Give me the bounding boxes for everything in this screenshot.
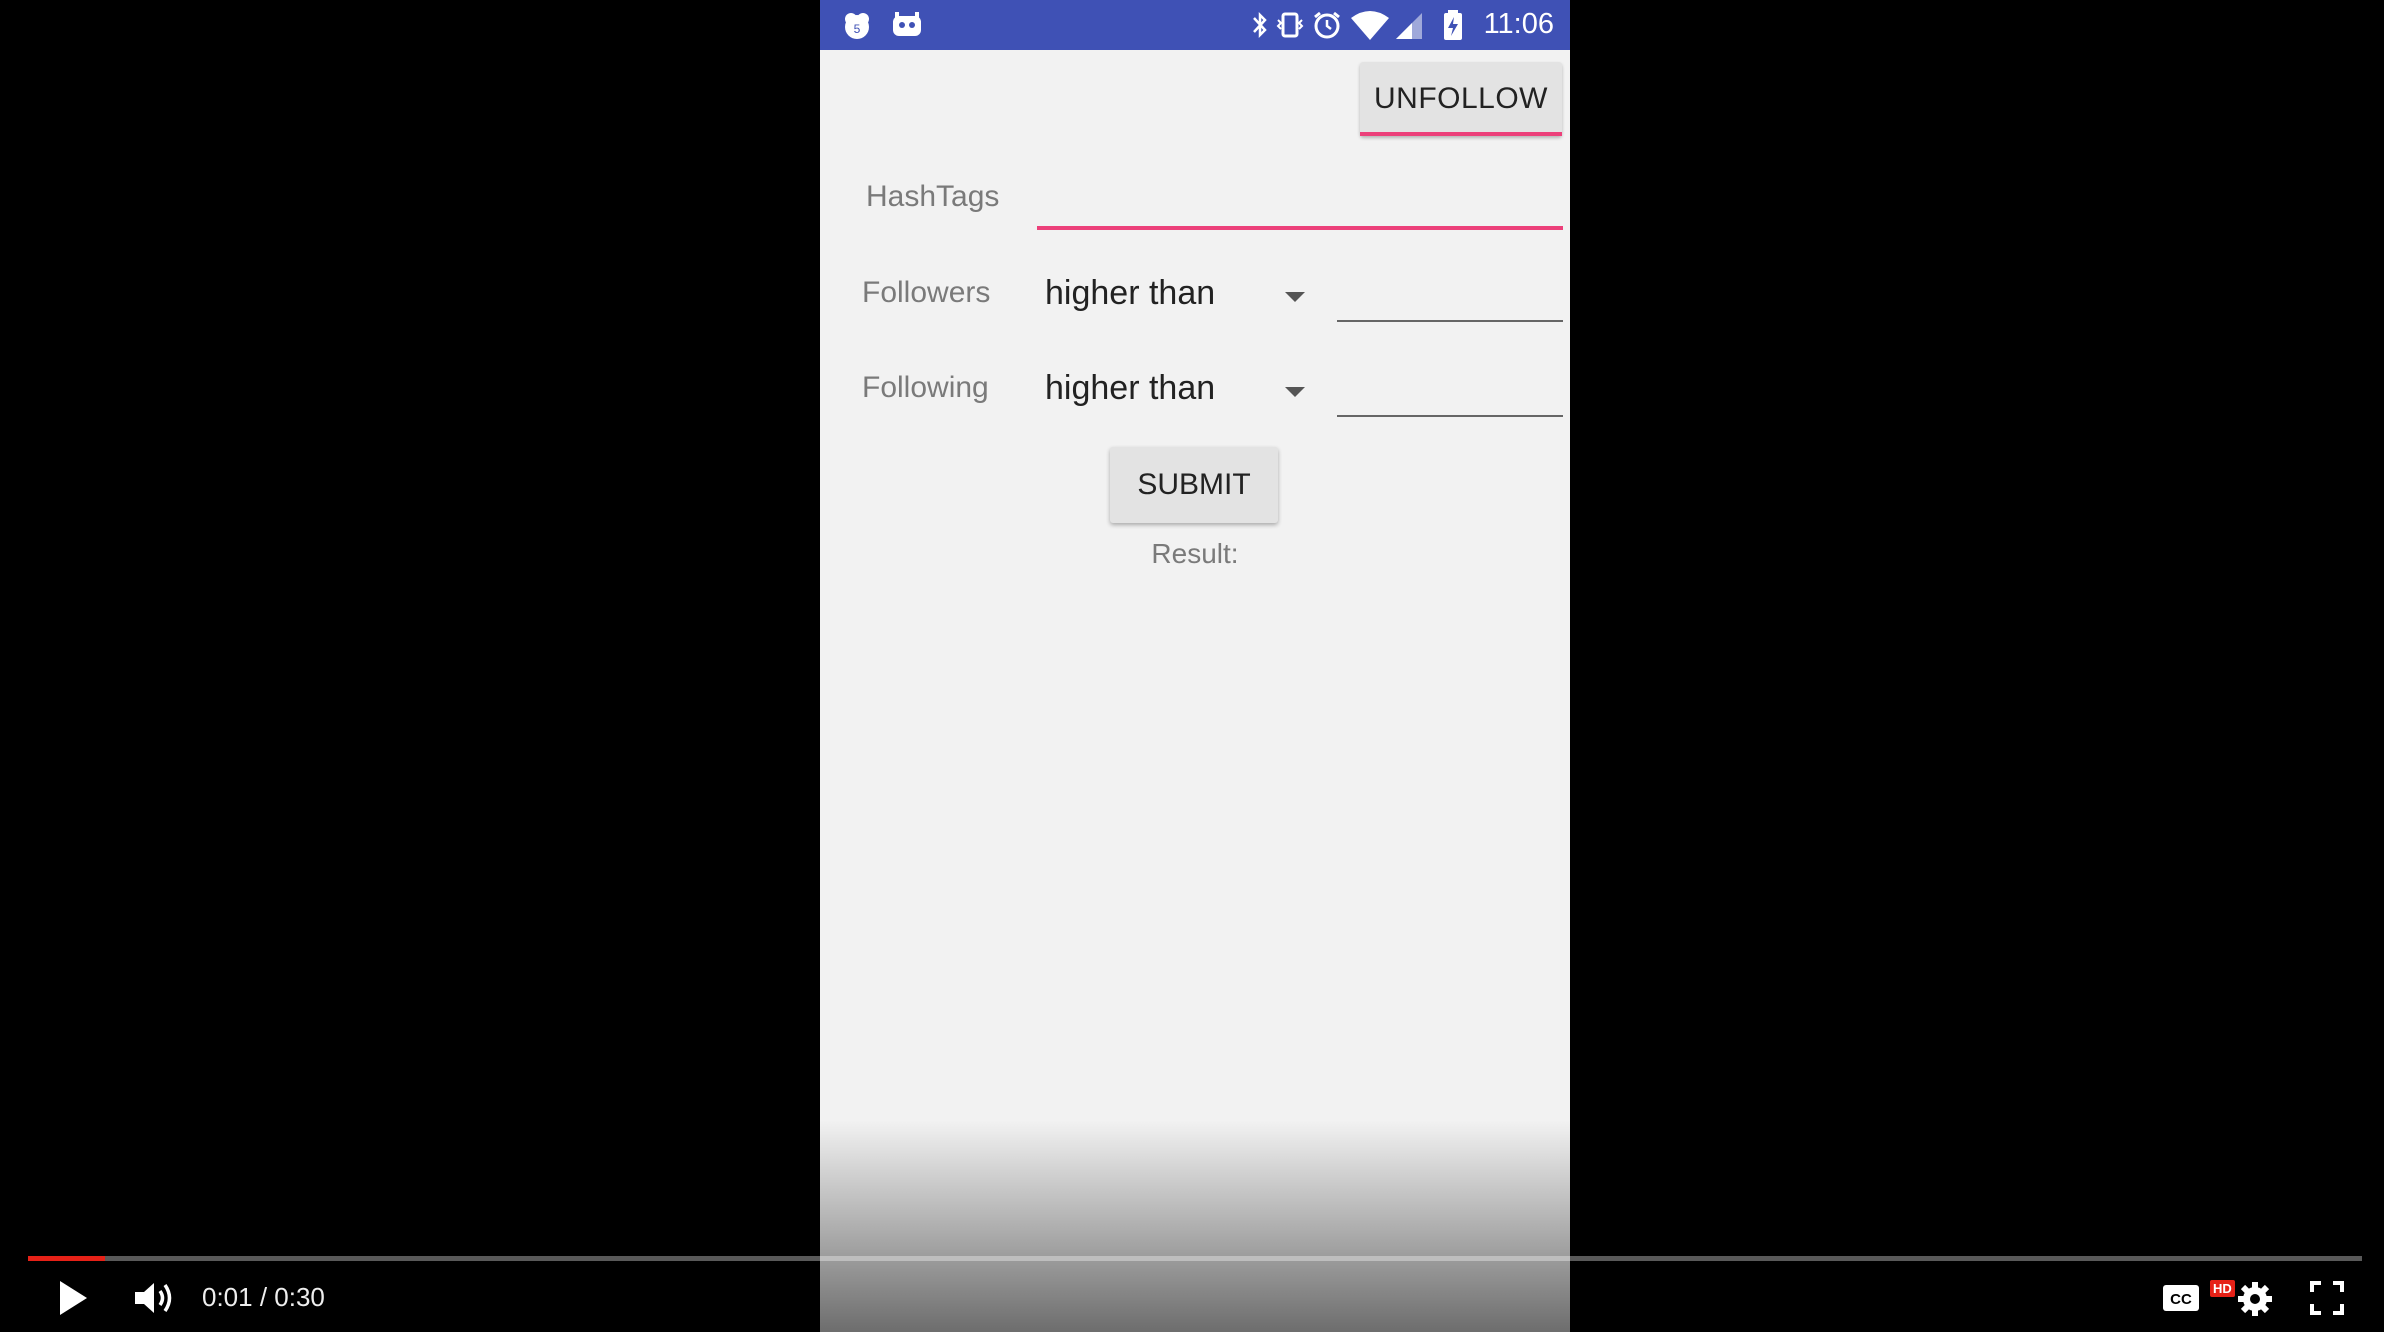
play-icon[interactable] bbox=[56, 1278, 90, 1318]
fullscreen-icon[interactable] bbox=[2310, 1281, 2344, 1315]
following-input-underline bbox=[1337, 415, 1563, 417]
hd-badge: HD bbox=[2210, 1280, 2235, 1297]
following-dropdown-value: higher than bbox=[1045, 369, 1216, 407]
alarm-icon bbox=[1314, 11, 1340, 39]
volume-icon[interactable] bbox=[132, 1278, 178, 1318]
video-player[interactable]: 5 11:06 UNFOLLOW HashTags Followers high… bbox=[0, 0, 2384, 1332]
timecode: 0:01 / 0:30 bbox=[202, 1282, 325, 1312]
svg-text:CC: CC bbox=[2170, 1291, 2192, 1308]
followers-input-underline bbox=[1337, 320, 1563, 322]
followers-label: Followers bbox=[862, 276, 991, 309]
battery-charging-icon bbox=[1444, 10, 1462, 40]
followers-dropdown-value: higher than bbox=[1045, 274, 1216, 312]
followers-dropdown[interactable]: higher than bbox=[1045, 266, 1305, 326]
hashtags-label: HashTags bbox=[866, 180, 1000, 213]
following-input[interactable] bbox=[1337, 357, 1563, 415]
followers-input[interactable] bbox=[1337, 262, 1563, 320]
following-label: Following bbox=[862, 371, 989, 404]
submit-button[interactable]: SUBMIT bbox=[1110, 447, 1278, 523]
status-bar: 5 11:06 bbox=[820, 0, 1570, 50]
signal-icon bbox=[1396, 13, 1422, 39]
phone-screen: 5 11:06 UNFOLLOW HashTags Followers high… bbox=[820, 0, 1570, 1332]
settings-gear-icon[interactable] bbox=[2236, 1280, 2274, 1318]
result-label: Result: bbox=[1151, 538, 1239, 569]
progress-played bbox=[28, 1256, 106, 1261]
wifi-icon bbox=[1351, 11, 1389, 40]
chevron-down-icon bbox=[1285, 387, 1305, 397]
unfollow-underline bbox=[1360, 132, 1562, 136]
bluetooth-icon bbox=[1253, 11, 1267, 39]
progress-bar[interactable] bbox=[28, 1256, 2362, 1261]
captions-icon[interactable]: CC bbox=[2162, 1284, 2200, 1312]
following-dropdown[interactable]: higher than bbox=[1045, 361, 1305, 421]
notification-5-icon: 5 bbox=[845, 13, 869, 39]
hashtags-input-underline bbox=[1037, 226, 1563, 230]
status-time: 11:06 bbox=[1483, 8, 1554, 40]
svg-text:5: 5 bbox=[854, 22, 861, 36]
hashtags-input[interactable] bbox=[1037, 170, 1563, 226]
android-debug-icon bbox=[893, 12, 921, 36]
unfollow-button[interactable]: UNFOLLOW bbox=[1360, 62, 1562, 136]
vibrate-icon bbox=[1276, 12, 1304, 38]
chevron-down-icon bbox=[1285, 292, 1305, 302]
